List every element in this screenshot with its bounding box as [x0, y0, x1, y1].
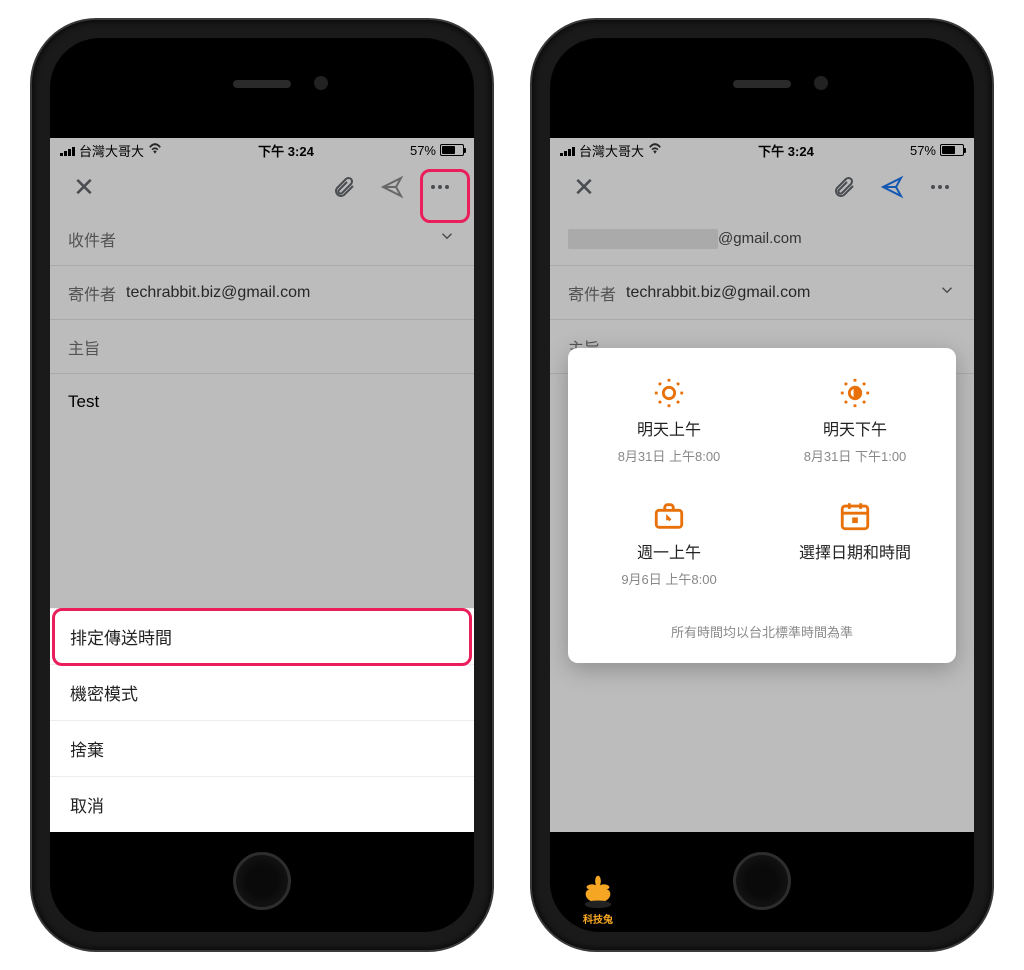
opt4-title: 選擇日期和時間	[799, 539, 911, 563]
opt3-title: 週一上午	[637, 539, 701, 563]
opt4-sub	[853, 569, 857, 584]
watermark-label: 科技兔	[574, 911, 622, 926]
watermark-logo: 科技兔	[574, 872, 622, 926]
schedule-tomorrow-afternoon[interactable]: 明天下午 8月31日 下午1:00	[766, 376, 944, 465]
menu-confidential[interactable]: 機密模式	[50, 664, 474, 720]
schedule-pick-datetime[interactable]: 選擇日期和時間	[766, 499, 944, 588]
schedule-tomorrow-morning[interactable]: 明天上午 8月31日 上午8:00	[580, 376, 758, 465]
menu-cancel[interactable]: 取消	[50, 776, 474, 832]
opt2-sub: 8月31日 下午1:00	[804, 446, 907, 465]
opt1-sub: 8月31日 上午8:00	[618, 446, 721, 465]
home-button[interactable]	[233, 852, 291, 910]
phone-left: 台灣大哥大 下午 3:24 57% ✕	[32, 20, 492, 950]
menu-discard[interactable]: 捨棄	[50, 720, 474, 776]
screen-left: 台灣大哥大 下午 3:24 57% ✕	[50, 138, 474, 832]
screen-right: 台灣大哥大 下午 3:24 57% ✕	[550, 138, 974, 832]
home-button[interactable]	[733, 852, 791, 910]
opt1-title: 明天上午	[637, 416, 701, 440]
menu-schedule-label: 排定傳送時間	[70, 624, 172, 649]
menu-confidential-label: 機密模式	[70, 680, 138, 705]
menu-cancel-label: 取消	[70, 792, 104, 817]
phone-inner: 台灣大哥大 下午 3:24 57% ✕	[50, 38, 474, 932]
briefcase-icon	[652, 499, 686, 533]
phone-inner: 台灣大哥大 下午 3:24 57% ✕	[550, 38, 974, 932]
menu-discard-label: 捨棄	[70, 736, 104, 761]
schedule-timezone-note: 所有時間均以台北標準時間為準	[580, 622, 944, 641]
action-sheet: 排定傳送時間 機密模式 捨棄 取消	[50, 608, 474, 832]
opt3-sub: 9月6日 上午8:00	[621, 569, 716, 588]
calendar-icon	[838, 499, 872, 533]
schedule-dialog: 明天上午 8月31日 上午8:00 明天下午 8月31日 下午1:00 週一上午…	[568, 348, 956, 663]
sun-icon	[652, 376, 686, 410]
schedule-monday-morning[interactable]: 週一上午 9月6日 上午8:00	[580, 499, 758, 588]
opt2-title: 明天下午	[823, 416, 887, 440]
sun-half-icon	[838, 376, 872, 410]
phone-right: 台灣大哥大 下午 3:24 57% ✕	[532, 20, 992, 950]
menu-schedule-send[interactable]: 排定傳送時間	[50, 608, 474, 664]
